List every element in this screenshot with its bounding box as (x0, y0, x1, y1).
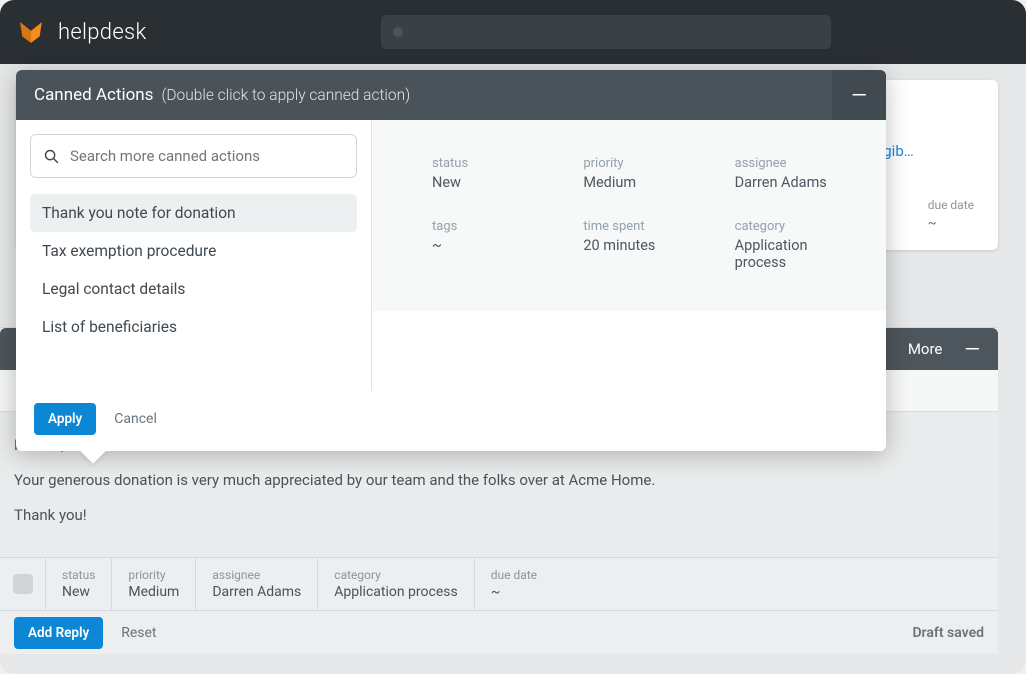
brand-logo-icon (18, 19, 44, 45)
canned-detail-grid: status New priority Medium assignee Darr… (372, 120, 886, 311)
meta-checkbox[interactable] (0, 558, 46, 610)
detail-tags-label: tags (432, 219, 555, 234)
category-label: category (334, 568, 457, 582)
search-icon (43, 148, 60, 165)
canned-item-legal[interactable]: Legal contact details (30, 270, 357, 308)
detail-status-label: status (432, 156, 555, 171)
meta-duedate[interactable]: due date ~ (475, 558, 553, 610)
meta-priority[interactable]: priority Medium (112, 558, 196, 610)
reply-line: Your generous donation is very much appr… (14, 467, 984, 494)
reply-footer: Add Reply Reset Draft saved (0, 610, 998, 654)
global-search-input[interactable] (381, 15, 831, 49)
checkbox-icon (13, 574, 33, 594)
status-value: New (62, 584, 95, 600)
detail-assignee: assignee Darren Adams (735, 156, 858, 191)
canned-item-beneficiaries[interactable]: List of beneficiaries (30, 308, 357, 346)
duedate-value: ~ (928, 216, 974, 231)
duedate-label: due date (491, 568, 537, 582)
ticket-duedate: due date ~ (928, 198, 974, 231)
canned-item-thank-you[interactable]: Thank you note for donation (30, 194, 357, 232)
add-reply-button[interactable]: Add Reply (14, 617, 103, 649)
detail-category: category Application process (735, 219, 858, 271)
reset-button[interactable]: Reset (121, 625, 156, 641)
popover-body: Thank you note for donation Tax exemptio… (16, 120, 886, 391)
assignee-label: assignee (212, 568, 301, 582)
detail-category-value: Application process (735, 237, 858, 271)
meta-status[interactable]: status New (46, 558, 112, 610)
duedate-value: ~ (491, 584, 537, 600)
canned-search-input[interactable] (70, 147, 344, 165)
canned-actions-popover: Canned Actions (Double click to apply ca… (16, 70, 886, 451)
reply-minimize-button[interactable]: ― (964, 339, 980, 359)
search-placeholder-dot (393, 27, 403, 37)
popover-header: Canned Actions (Double click to apply ca… (16, 70, 886, 120)
meta-category[interactable]: category Application process (318, 558, 474, 610)
brand-name: helpdesk (58, 20, 147, 45)
detail-time: time spent 20 minutes (583, 219, 706, 271)
draft-saved-label: Draft saved (912, 625, 984, 641)
detail-status: status New (432, 156, 555, 191)
popover-title: Canned Actions (Double click to apply ca… (16, 85, 428, 105)
detail-assignee-label: assignee (735, 156, 858, 171)
cancel-button[interactable]: Cancel (114, 411, 157, 427)
detail-priority-value: Medium (583, 174, 706, 191)
detail-status-value: New (432, 174, 555, 191)
detail-time-label: time spent (583, 219, 706, 234)
priority-label: priority (128, 568, 179, 582)
popover-minimize-button[interactable]: ― (832, 70, 886, 120)
detail-tags: tags ~ (432, 219, 555, 271)
detail-priority-label: priority (583, 156, 706, 171)
category-value: Application process (334, 584, 457, 600)
canned-search-box[interactable] (30, 134, 357, 178)
detail-time-value: 20 minutes (583, 237, 706, 254)
popover-right-pane: status New priority Medium assignee Darr… (372, 120, 886, 391)
status-label: status (62, 568, 95, 582)
popover-preview-area (372, 311, 886, 391)
popover-footer: Apply Cancel (16, 391, 886, 451)
duedate-label: due date (928, 198, 974, 212)
app-window: helpdesk n eligib… due date ~ More ― Can… (0, 0, 1026, 674)
popover-title-text: Canned Actions (34, 85, 153, 105)
popover-hint: (Double click to apply canned action) (161, 86, 410, 104)
canned-list: Thank you note for donation Tax exemptio… (30, 194, 357, 346)
reply-meta-strip: status New priority Medium assignee Darr… (0, 557, 998, 610)
detail-tags-value: ~ (432, 237, 555, 254)
meta-assignee[interactable]: assignee Darren Adams (196, 558, 318, 610)
reply-line: Thank you! (14, 502, 984, 529)
detail-priority: priority Medium (583, 156, 706, 191)
popover-left-pane: Thank you note for donation Tax exemptio… (16, 120, 372, 391)
apply-button[interactable]: Apply (34, 403, 96, 435)
topbar: helpdesk (0, 0, 1026, 64)
canned-item-tax[interactable]: Tax exemption procedure (30, 232, 357, 270)
reply-more-button[interactable]: More (908, 340, 943, 358)
priority-value: Medium (128, 584, 179, 600)
detail-assignee-value: Darren Adams (735, 174, 858, 191)
detail-category-label: category (735, 219, 858, 234)
assignee-value: Darren Adams (212, 584, 301, 600)
